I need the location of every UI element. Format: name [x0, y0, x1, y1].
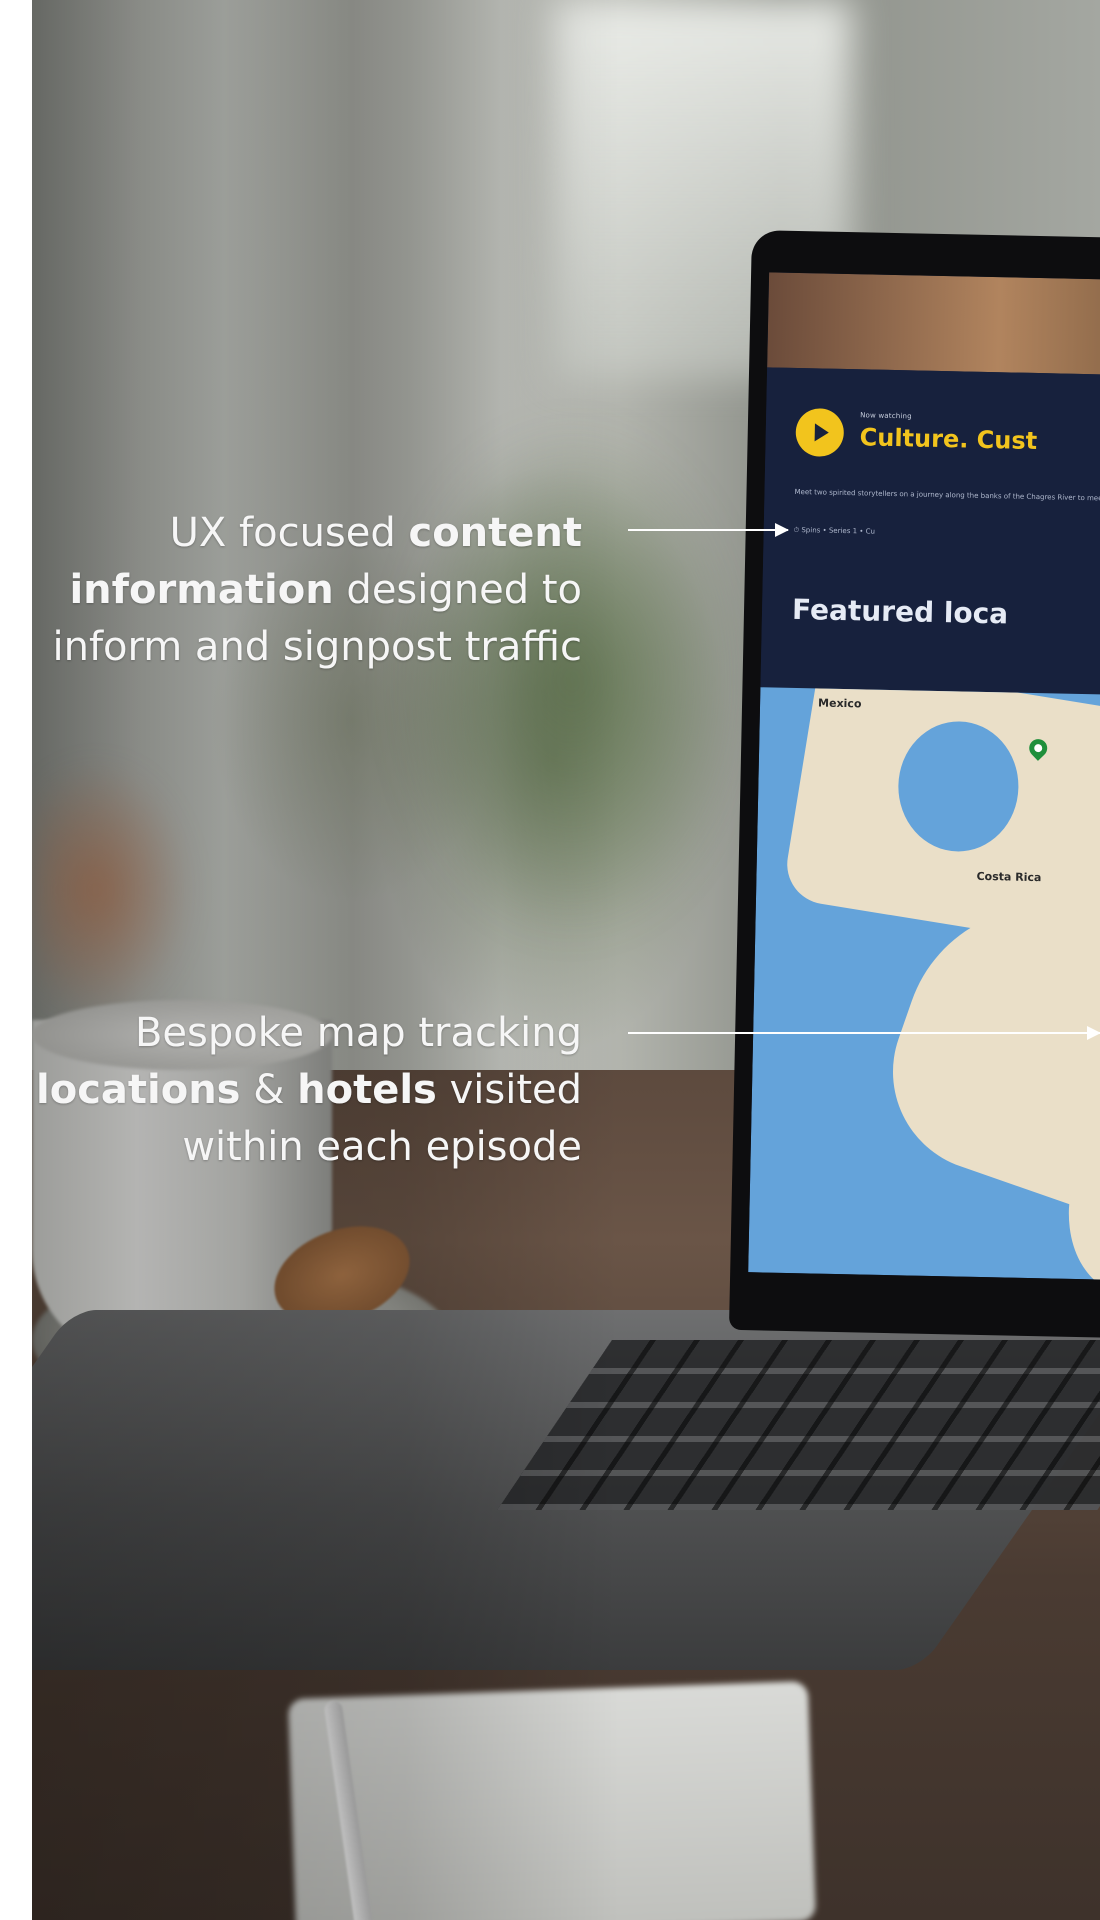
screen-hero-image [767, 272, 1100, 377]
screen-description: Meet two spirited storytellers on a jour… [794, 487, 1100, 503]
map-label-top-left: Mexico [817, 696, 862, 711]
caption-2-bold-hotels: hotels [297, 1067, 437, 1113]
play-button[interactable] [795, 407, 845, 457]
arrow-right-icon [628, 1026, 1100, 1040]
caption-content-information: UX focused content information designed … [22, 505, 582, 676]
screen-episode-title: Culture. Cust [859, 423, 1038, 456]
blurred-orange-object [32, 760, 192, 1020]
caption-1-text: UX focused [169, 510, 409, 556]
screen-featured-heading: Featured loca [791, 592, 1009, 631]
screen-meta: ⏱ Spins • Series 1 • Cu [793, 525, 876, 536]
background-photo-scene: Now watching Culture. Cust Meet two spir… [32, 0, 1100, 1920]
screen-episode-header: Now watching Culture. Cust Meet two spir… [760, 367, 1100, 697]
play-icon [814, 423, 829, 442]
caption-2-bold-locations: locations [36, 1067, 241, 1113]
map-label-middle: Costa Rica [976, 869, 1042, 885]
caption-2-text-mid: & [240, 1067, 298, 1113]
laptop-lid: Now watching Culture. Cust Meet two spir… [728, 230, 1100, 1339]
map-land-central [865, 868, 1100, 1239]
laptop-screen: Now watching Culture. Cust Meet two spir… [748, 272, 1100, 1281]
screen-map[interactable]: Mexico Costa Rica [748, 687, 1100, 1281]
caption-map-tracking: Bespoke map tracking locations & hotels … [22, 1005, 582, 1176]
caption-2-text: Bespoke map tracking [134, 1010, 582, 1056]
screen-eyebrow: Now watching [860, 411, 912, 421]
arrow-right-icon [628, 523, 789, 537]
blurred-plant [392, 420, 752, 940]
